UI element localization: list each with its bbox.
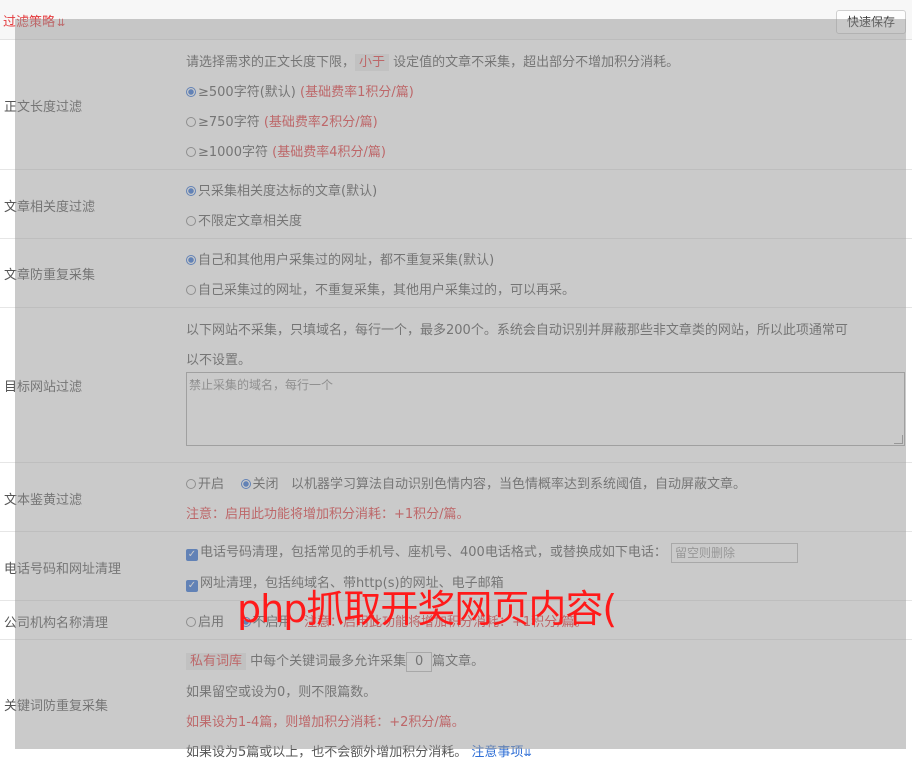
keyword-dedup-label: 关键词防重复采集 (4, 699, 109, 714)
radio-button[interactable] (186, 479, 196, 489)
max-articles-input[interactable]: 0 (406, 651, 433, 672)
length-option-750[interactable]: ≥750字符 (基础费率2积分/篇) (186, 111, 378, 130)
filter-strategy-title: 过滤策略 (3, 15, 56, 30)
quick-save-button[interactable]: 快速保存 (836, 10, 906, 34)
private-dict-tag: 私有词库 (186, 653, 247, 670)
company-clean-on[interactable]: 启用 (186, 615, 224, 630)
contact-clean-label: 电话号码和网址清理 (4, 562, 122, 577)
dedup-option-all[interactable]: 自己和其他用户采集过的网址，都不重复采集(默认) (186, 249, 494, 268)
filter-strategy-toggle[interactable]: 过滤策略 ⇊ (3, 11, 65, 30)
radio-button[interactable] (186, 617, 196, 627)
radio-button-checked[interactable] (186, 255, 196, 265)
checkbox-checked-icon[interactable]: ✓ (186, 580, 198, 592)
radio-button-checked[interactable] (240, 479, 251, 489)
length-filter-desc: 请选择需求的正文长度下限， 小于 设定值的文章不采集，超出部分不增加积分消耗。 (186, 51, 680, 71)
porn-filter-note: 注意：启用此功能将增加积分消耗：+1积分/篇。 (186, 507, 470, 522)
site-filter-desc-line2: 以不设置。 (186, 353, 252, 368)
notes-link-label: 注意事项 (471, 745, 524, 760)
porn-filter-off-label: 关闭 (252, 477, 279, 492)
keyword-dedup-line3: 如果设为1-4篇，则增加积分消耗：+2积分/篇。 (186, 715, 465, 730)
dedup-label: 文章防重复采集 (4, 268, 96, 283)
less-than-tag: 小于 (355, 54, 390, 71)
chevron-double-down-icon: ⇊ (523, 748, 532, 759)
filter-strategy-header: 过滤策略 ⇊ 快速保存 (0, 0, 912, 40)
site-filter-desc-line1: 以下网站不采集，只填域名，每行一个，最多200个。系统会自动识别并屏蔽那些非文章… (186, 323, 848, 338)
dedup-option-all-label: 自己和其他用户采集过的网址，都不重复采集(默认) (198, 253, 495, 268)
radio-button[interactable] (186, 147, 196, 157)
length-filter-desc-pre: 请选择需求的正文长度下限， (186, 55, 356, 70)
chevron-double-down-icon: ⇊ (57, 18, 66, 29)
replacement-phone-input[interactable]: 留空则删除 (670, 542, 798, 563)
relevance-option-unlimited[interactable]: 不限定文章相关度 (186, 210, 302, 229)
keyword-dedup-line1-post: 篇文章。 (432, 654, 485, 669)
dedup-row: 文章防重复采集 自己和其他用户采集过的网址，都不重复采集(默认) 自己采集过的网… (0, 239, 912, 308)
porn-filter-off[interactable]: 关闭 (240, 477, 279, 492)
keyword-dedup-row: 关键词防重复采集 私有词库 中每个关键词最多允许采集 0 篇文章。 如果留空或设为0… (0, 640, 912, 768)
length-option-500[interactable]: ≥500字符(默认) (基础费率1积分/篇) (186, 81, 414, 100)
length-option-1000-note: (基础费率4积分/篇) (272, 145, 386, 160)
porn-filter-on-label: 开启 (198, 477, 225, 492)
length-option-500-label: ≥500字符(默认) (198, 85, 296, 100)
radio-button-checked[interactable] (186, 87, 196, 97)
site-filter-label: 目标网站过滤 (4, 380, 83, 395)
relevance-option-unlimited-label: 不限定文章相关度 (198, 214, 303, 229)
radio-button[interactable] (186, 117, 196, 127)
porn-filter-options: 开启 关闭 以机器学习算法自动识别色情内容，当色情概率达到系统阈值，自动屏蔽文章… (186, 473, 746, 492)
keyword-dedup-line1: 私有词库 中每个关键词最多允许采集 0 篇文章。 (186, 650, 484, 672)
radio-button[interactable] (186, 216, 196, 226)
keyword-dedup-line2: 如果留空或设为0，则不限篇数。 (186, 685, 377, 700)
relevance-filter-label: 文章相关度过滤 (4, 200, 96, 215)
resize-handle-icon[interactable] (894, 435, 903, 444)
overlay-banner: php抓取开奖网页内容( (237, 587, 617, 631)
radio-button[interactable] (186, 285, 196, 295)
relevance-filter-row: 文章相关度过滤 只采集相关度达标的文章(默认) 不限定文章相关度 (0, 170, 912, 239)
porn-filter-row: 文本鉴黄过滤 开启 关闭 以机器学习算法自动识别色情内容，当色情概率达到系统阈值… (0, 463, 912, 532)
length-option-750-label: ≥750字符 (198, 115, 260, 130)
phone-clean-label: 电话号码清理，包括常见的手机号、座机号、400电话格式，或替换成如下电话： (200, 545, 667, 560)
porn-filter-on[interactable]: 开启 (186, 477, 224, 492)
porn-filter-desc: 以机器学习算法自动识别色情内容，当色情概率达到系统阈值，自动屏蔽文章。 (290, 477, 746, 492)
company-clean-label: 公司机构名称清理 (4, 616, 109, 631)
relevance-option-qualified[interactable]: 只采集相关度达标的文章(默认) (186, 180, 377, 199)
checkbox-checked-icon[interactable]: ✓ (186, 549, 198, 561)
length-option-500-note: (基础费率1积分/篇) (300, 85, 414, 100)
phone-clean-option[interactable]: ✓ 电话号码清理，包括常见的手机号、座机号、400电话格式，或替换成如下电话： 留… (186, 541, 798, 563)
blocked-domains-textarea[interactable]: 禁止采集的域名，每行一个 (186, 372, 905, 446)
length-filter-desc-post: 设定值的文章不采集，超出部分不增加积分消耗。 (393, 55, 680, 70)
length-filter-label: 正文长度过滤 (4, 100, 83, 115)
keyword-dedup-line1-mid: 中每个关键词最多允许采集 (250, 654, 407, 669)
relevance-option-qualified-label: 只采集相关度达标的文章(默认) (198, 184, 378, 199)
length-option-1000-label: ≥1000字符 (198, 145, 268, 160)
keyword-dedup-line4-text: 如果设为5篇或以上，也不会额外增加积分消耗。 (186, 745, 468, 760)
keyword-dedup-line4: 如果设为5篇或以上，也不会额外增加积分消耗。 注意事项⇊ (186, 741, 532, 760)
notes-link[interactable]: 注意事项⇊ (471, 745, 531, 760)
site-filter-row: 目标网站过滤 以下网站不采集，只填域名，每行一个，最多200个。系统会自动识别并… (0, 308, 912, 463)
dedup-option-self-label: 自己采集过的网址，不重复采集，其他用户采集过的，可以再采。 (198, 283, 576, 298)
length-option-1000[interactable]: ≥1000字符 (基础费率4积分/篇) (186, 141, 386, 160)
length-option-750-note: (基础费率2积分/篇) (263, 115, 378, 130)
porn-filter-label: 文本鉴黄过滤 (4, 493, 83, 508)
length-filter-row: 正文长度过滤 请选择需求的正文长度下限， 小于 设定值的文章不采集，超出部分不增加… (0, 40, 912, 170)
company-clean-on-label: 启用 (198, 615, 225, 630)
blocked-domains-placeholder: 禁止采集的域名，每行一个 (189, 378, 334, 392)
radio-button-checked[interactable] (186, 186, 196, 196)
dedup-option-self[interactable]: 自己采集过的网址，不重复采集，其他用户采集过的，可以再采。 (186, 279, 575, 298)
